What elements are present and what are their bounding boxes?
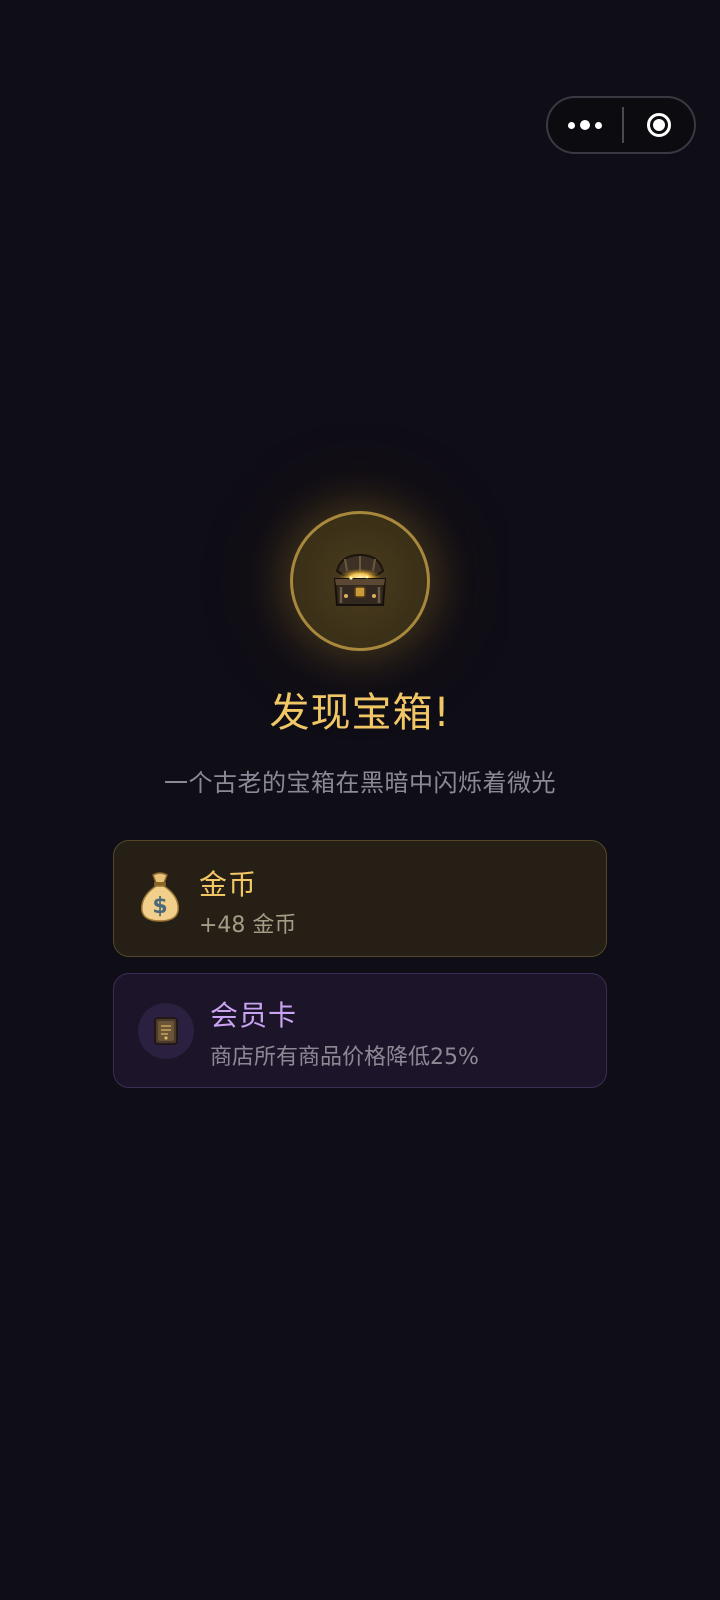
svg-text:$: $: [152, 894, 167, 919]
miniprogram-capsule: [546, 96, 696, 154]
reward-description: +48 金币: [199, 913, 297, 938]
close-core: [653, 119, 665, 131]
chest-medallion: [290, 511, 430, 651]
dot: [595, 121, 602, 129]
more-dots-icon[interactable]: [548, 98, 622, 152]
money-bag-icon: $: [136, 871, 184, 923]
treasure-chest-icon: [333, 553, 387, 606]
target-close-icon[interactable]: [624, 98, 694, 152]
member-card-icon: [138, 1003, 194, 1059]
close-ring: [647, 113, 671, 137]
reward-title: 金币: [199, 868, 258, 901]
reward-card-gold: $ 金币 +48 金币: [113, 840, 607, 957]
discovery-subtitle: 一个古老的宝箱在黑暗中闪烁着微光: [164, 769, 556, 797]
dot: [568, 121, 575, 129]
reward-card-member: 会员卡 商店所有商品价格降低25%: [113, 973, 607, 1088]
discovery-title: 发现宝箱!: [269, 690, 451, 736]
dot: [580, 120, 590, 130]
treasure-screen: 发现宝箱! 一个古老的宝箱在黑暗中闪烁着微光 $ 金币 +48 金币 会员卡 商…: [0, 0, 720, 1600]
reward-description: 商店所有商品价格降低25%: [210, 1045, 479, 1070]
reward-title: 会员卡: [210, 999, 298, 1032]
